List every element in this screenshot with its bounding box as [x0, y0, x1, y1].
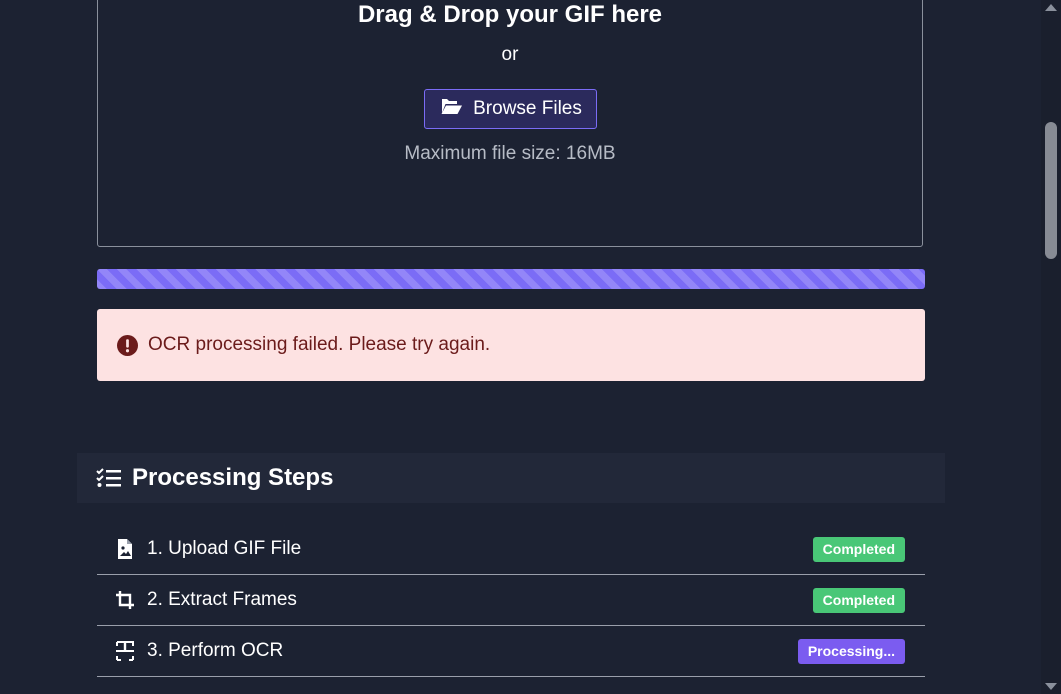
- text-scan-icon: [115, 641, 135, 661]
- browse-files-label: Browse Files: [473, 98, 582, 119]
- processing-steps-header: Processing Steps: [77, 453, 945, 503]
- status-badge: Completed: [812, 537, 905, 562]
- upload-progress-bar: [97, 269, 925, 289]
- max-file-size-text: Maximum file size: 16MB: [404, 143, 616, 164]
- file-image-icon: [115, 539, 135, 559]
- upload-dropzone[interactable]: Drag & Drop your GIF here or Browse File…: [97, 0, 923, 247]
- status-badge: Completed: [812, 588, 905, 613]
- error-alert: OCR processing failed. Please try again.: [97, 309, 925, 381]
- scroll-thumb[interactable]: [1045, 122, 1057, 259]
- step-label: 1. Upload GIF File: [147, 538, 302, 559]
- step-perform-ocr: 3. Perform OCR Processing...: [97, 626, 925, 677]
- exclamation-circle-icon: [117, 334, 138, 356]
- step-label: 3. Perform OCR: [147, 640, 284, 661]
- error-message: OCR processing failed. Please try again.: [148, 334, 491, 355]
- browse-files-button[interactable]: Browse Files: [424, 89, 597, 129]
- list-check-icon: [96, 468, 121, 487]
- step-label: 2. Extract Frames: [147, 589, 297, 610]
- step-extract-frames: 2. Extract Frames Completed: [97, 575, 925, 626]
- page-scrollbar[interactable]: [1041, 0, 1061, 694]
- dropzone-title: Drag & Drop your GIF here: [357, 1, 663, 28]
- step-upload: 1. Upload GIF File Completed: [97, 524, 925, 575]
- scroll-down-arrow-icon[interactable]: [1045, 683, 1057, 690]
- page: Drag & Drop your GIF here or Browse File…: [0, 0, 1061, 694]
- folder-open-icon: [439, 96, 463, 122]
- scroll-up-arrow-icon[interactable]: [1045, 4, 1057, 11]
- dropzone-or-text: or: [501, 44, 519, 65]
- progress-fill: [97, 269, 925, 289]
- crop-icon: [115, 590, 135, 610]
- status-badge: Processing...: [797, 639, 905, 664]
- processing-steps-title: Processing Steps: [132, 464, 334, 491]
- processing-steps-list: 1. Upload GIF File Completed 2. Extract …: [97, 524, 925, 677]
